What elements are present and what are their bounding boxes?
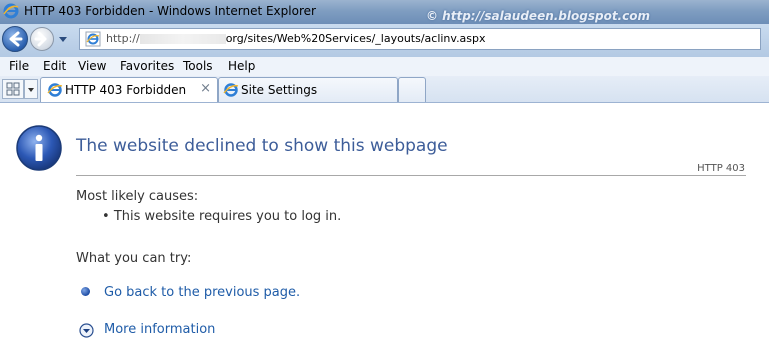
menu-tools[interactable]: Tools xyxy=(183,59,213,73)
http-status-code: HTTP 403 xyxy=(697,163,745,174)
tab-list-button[interactable] xyxy=(24,79,38,99)
tab-bar: HTTP 403 Forbidden × Site Settings xyxy=(0,76,769,103)
address-url[interactable]: http:// org/sites/Web%20Services/_layouts… xyxy=(106,32,486,45)
more-information-link[interactable]: More information xyxy=(104,322,215,337)
error-page: The website declined to show this webpag… xyxy=(0,103,769,354)
menu-edit[interactable]: Edit xyxy=(43,59,66,73)
url-prefix: http:// xyxy=(106,32,140,45)
menu-file[interactable]: File xyxy=(9,59,29,73)
menu-favorites[interactable]: Favorites xyxy=(120,59,174,73)
forward-button[interactable] xyxy=(30,27,54,51)
url-redacted-region xyxy=(139,34,226,44)
causes-heading: Most likely causes: xyxy=(76,189,199,204)
chevron-down-icon xyxy=(28,88,34,92)
close-tab-icon[interactable]: × xyxy=(200,81,211,96)
arrow-left-icon xyxy=(9,31,23,47)
address-field[interactable]: http:// org/sites/Web%20Services/_layouts… xyxy=(79,28,761,50)
ie-logo-icon xyxy=(3,3,19,19)
menu-bar: File Edit View Favorites Tools Help xyxy=(0,57,769,77)
tab-http-403[interactable]: HTTP 403 Forbidden × xyxy=(40,77,218,102)
tab-label: Site Settings xyxy=(241,83,318,97)
menu-help[interactable]: Help xyxy=(228,59,255,73)
url-visible-part: org/sites/Web%20Services/_layouts/aclinv… xyxy=(225,32,486,45)
divider xyxy=(76,175,746,176)
tab-label: HTTP 403 Forbidden xyxy=(65,83,187,97)
ie-logo-icon xyxy=(47,83,63,97)
grid-icon xyxy=(6,82,20,96)
navigation-bar: http:// org/sites/Web%20Services/_layouts… xyxy=(0,24,769,57)
ie-page-icon xyxy=(85,31,101,47)
back-button[interactable] xyxy=(2,26,28,52)
watermark-text: © http://salaudeen.blogspot.com xyxy=(426,9,650,23)
new-tab-button[interactable] xyxy=(398,77,426,102)
page-title: The website declined to show this webpag… xyxy=(76,136,448,156)
info-icon xyxy=(16,125,62,171)
go-back-link[interactable]: Go back to the previous page. xyxy=(104,285,300,300)
bullet-icon xyxy=(81,287,90,296)
try-heading: What you can try: xyxy=(76,251,192,266)
cause-item: • This website requires you to log in. xyxy=(102,209,342,224)
quick-tabs-button[interactable] xyxy=(2,79,24,99)
cause-text: This website requires you to log in. xyxy=(113,209,342,224)
chevron-down-circle-icon[interactable] xyxy=(79,323,94,338)
arrow-right-icon xyxy=(34,31,47,47)
window-title-bar: HTTP 403 Forbidden - Windows Internet Ex… xyxy=(0,0,769,24)
tab-site-settings[interactable]: Site Settings xyxy=(218,77,398,102)
menu-view[interactable]: View xyxy=(78,59,106,73)
ie-logo-icon xyxy=(223,83,239,97)
recent-pages-dropdown-icon[interactable] xyxy=(57,33,69,45)
window-title: HTTP 403 Forbidden - Windows Internet Ex… xyxy=(24,4,316,18)
